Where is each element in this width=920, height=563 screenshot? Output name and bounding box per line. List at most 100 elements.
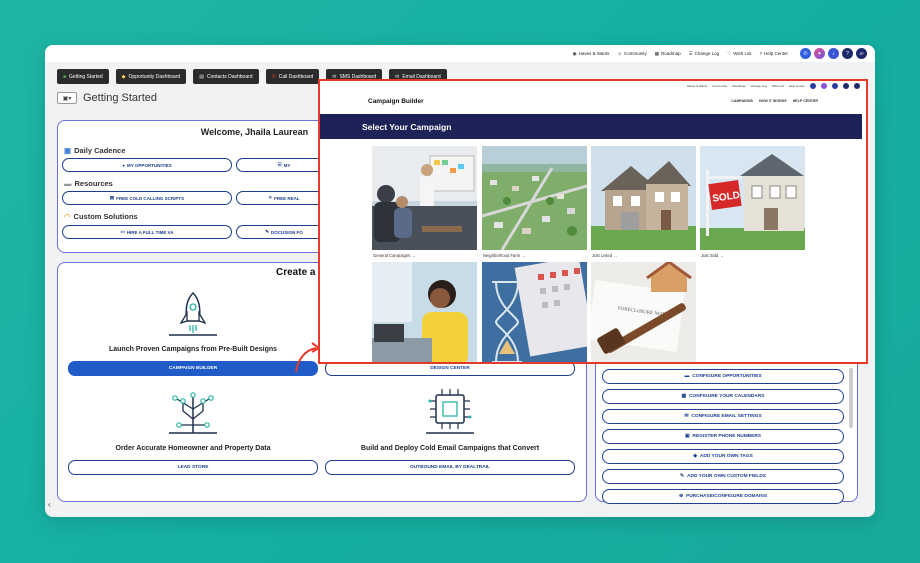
- overlay-avatar[interactable]: [854, 82, 860, 89]
- configure-opportunities-button[interactable]: ▬ CONFIGURE OPPORTUNITIES: [602, 369, 844, 384]
- wish-list-link[interactable]: ♡ Wish List: [727, 51, 751, 57]
- foreclosure-image[interactable]: FORECLOSURE NOTICE: [591, 262, 696, 362]
- data-tree-icon: [169, 392, 217, 434]
- nav-how-it-works[interactable]: HOW IT WORKS: [759, 99, 787, 103]
- button-label: HIRE A FULL TIME VA: [126, 229, 174, 235]
- my-button[interactable]: ☰ MY: [236, 158, 331, 172]
- welcome-card: Welcome, Jhaila Laurean ▣ Daily Cadence ●…: [57, 120, 332, 253]
- money-icon: ▬: [684, 374, 690, 379]
- feature1-title: Launch Proven Campaigns from Pre-Built D…: [108, 346, 278, 353]
- campaign-builder-button[interactable]: CAMPAIGN BUILDER: [68, 361, 318, 376]
- hourglass-calendar-image[interactable]: [482, 262, 587, 362]
- just-sold-image[interactable]: SOLD: [700, 146, 805, 250]
- caption-just-listed[interactable]: Just Listed →: [592, 253, 617, 258]
- tab-getting-started[interactable]: ■ Getting Started: [57, 69, 109, 84]
- button-label: REGISTER PHONE NUMBERS: [692, 434, 762, 439]
- add-tags-button[interactable]: ◆ ADD YOUR OWN TAGS: [602, 449, 844, 464]
- wish-list-label: Wish List: [733, 51, 752, 56]
- button-label: CONFIGURE EMAIL SETTINGS: [691, 414, 762, 419]
- roadmap-link[interactable]: ▦ Roadmap: [655, 51, 681, 57]
- overlay-top-link[interactable]: Change Log: [750, 84, 766, 88]
- book-icon: ▬: [64, 179, 72, 188]
- avatar[interactable]: JP: [856, 48, 867, 59]
- overlay-top-link[interactable]: Community: [712, 84, 727, 88]
- outbound-email-button[interactable]: OUTBOUND EMAIL BY DEALTRAIL: [325, 460, 575, 475]
- help-icon[interactable]: ?: [842, 48, 853, 59]
- overlay-brand: Campaign Builder: [368, 97, 424, 105]
- button-label: CONFIGURE OPPORTUNITIES: [692, 374, 762, 379]
- neighborhood-farm-image[interactable]: [482, 146, 587, 250]
- overlay-nav: Campaign Builder CAMPAIGNS HOW IT WORKS …: [320, 90, 866, 112]
- gradient-icon[interactable]: ✦: [814, 48, 825, 59]
- feature4-title: Build and Deploy Cold Email Campaigns th…: [360, 445, 540, 452]
- tab-call-dashboard[interactable]: ✆ Call Dashboard: [265, 69, 320, 84]
- select-campaign-banner: Select Your Campaign: [320, 114, 862, 139]
- docusign-button[interactable]: ✎ DOCUSIGN FO: [236, 225, 331, 239]
- rocket-icon: [169, 291, 217, 336]
- tab-opportunity-dashboard[interactable]: ◆ Opportunity Dashboard: [115, 69, 187, 84]
- daily-cadence-title: ▣ Daily Cadence: [64, 146, 125, 155]
- daily-cadence-label: Daily Cadence: [74, 146, 126, 155]
- caption-just-sold[interactable]: Just Sold →: [701, 253, 724, 258]
- resources-label: Resources: [74, 179, 113, 188]
- chip-icon: [426, 389, 474, 434]
- community-label: Community: [624, 51, 647, 56]
- configure-calendars-button[interactable]: ▦ CONFIGURE YOUR CALENDARS: [602, 389, 844, 404]
- free-real-button[interactable]: ✕ FREE REAL: [236, 191, 331, 205]
- community-link[interactable]: ☺ Community: [617, 51, 646, 56]
- nav-help-center[interactable]: HELP CENTER: [793, 99, 818, 103]
- phone-icon[interactable]: ✆: [800, 48, 811, 59]
- overlay-nav-links: CAMPAIGNS HOW IT WORKS HELP CENTER: [731, 99, 818, 103]
- tag-icon: ◆: [693, 454, 697, 459]
- overlay-top-link[interactable]: Wish List: [772, 84, 784, 88]
- my-opportunities-button[interactable]: ● MY OPPORTUNITIES: [62, 158, 232, 172]
- overlay-gradient-icon[interactable]: [821, 82, 827, 89]
- hire-va-button[interactable]: ▭ HIRE A FULL TIME VA: [62, 225, 232, 239]
- overlay-phone-icon[interactable]: [810, 82, 816, 89]
- list-icon: ☰: [277, 162, 282, 167]
- register-phone-button[interactable]: ▣ REGISTER PHONE NUMBERS: [602, 429, 844, 444]
- overlay-bell-icon[interactable]: [832, 82, 838, 89]
- tab-contacts-dashboard[interactable]: ▤ Contacts Dashboard: [193, 69, 259, 84]
- pen-icon: ✎: [265, 229, 269, 234]
- pencil-icon: ✎: [679, 474, 685, 479]
- purchase-domains-button[interactable]: ⊕ PURCHASE/CONFIGURE DOMAINS: [602, 489, 844, 504]
- add-custom-fields-button[interactable]: ✎ ADD YOUR OWN CUSTOM FIELDS: [602, 469, 844, 484]
- help-center-link[interactable]: ? Help Center: [759, 51, 788, 56]
- overlay-top-link[interactable]: Roadmap: [732, 84, 745, 88]
- nav-campaigns[interactable]: CAMPAIGNS: [731, 99, 753, 103]
- custom-solutions-title: ◠ Custom Solutions: [64, 212, 138, 221]
- view-toggle-button[interactable]: ▣▾: [57, 92, 77, 104]
- headset-icon: ◠: [64, 212, 71, 221]
- tab-label: Opportunity Dashboard: [128, 73, 181, 80]
- settings-scrollbar[interactable]: [849, 368, 853, 428]
- change-log-label: Change Log: [694, 51, 720, 56]
- tools-icon: ✕: [268, 195, 273, 200]
- overlay-top-link[interactable]: Haves & Wants: [687, 84, 708, 88]
- phone-icon: ✆: [271, 73, 276, 80]
- resources-title: ▬ Resources: [64, 179, 113, 188]
- email-icon: ✉: [684, 414, 689, 419]
- help-center-label: Help Center: [763, 51, 788, 56]
- create-heading: Create a: [276, 267, 316, 278]
- caption-general[interactable]: General Campaigns →: [373, 253, 416, 258]
- campaign-builder-overlay: Haves & Wants Community Roadmap Change L…: [318, 79, 868, 364]
- button-label: FREE COLD CALLING SCRIPTS: [116, 195, 185, 201]
- change-log-link[interactable]: ☰ Change Log: [689, 51, 720, 57]
- general-campaigns-image[interactable]: [372, 146, 477, 250]
- configure-email-button[interactable]: ✉ CONFIGURE EMAIL SETTINGS: [602, 409, 844, 424]
- lead-store-button[interactable]: LEAD STORE: [68, 460, 318, 475]
- page-title: Getting Started: [83, 92, 157, 104]
- haves-wants-link[interactable]: ◉ Haves & Wants: [573, 51, 610, 57]
- caption-neighborhood[interactable]: Neighborhood Farm →: [483, 253, 526, 258]
- overlay-help-icon[interactable]: [843, 82, 849, 89]
- dollar-icon: ●: [122, 162, 126, 168]
- collapse-arrow-icon[interactable]: ‹: [48, 500, 51, 509]
- cold-calling-scripts-button[interactable]: ▤ FREE COLD CALLING SCRIPTS: [62, 191, 232, 205]
- calling-image[interactable]: [372, 262, 477, 362]
- button-label: CONFIGURE YOUR CALENDARS: [689, 394, 765, 399]
- bell-icon[interactable]: ♪: [828, 48, 839, 59]
- overlay-top-link[interactable]: Help Center: [789, 84, 805, 88]
- just-listed-image[interactable]: [591, 146, 696, 250]
- calendar-icon: ▦: [681, 394, 687, 399]
